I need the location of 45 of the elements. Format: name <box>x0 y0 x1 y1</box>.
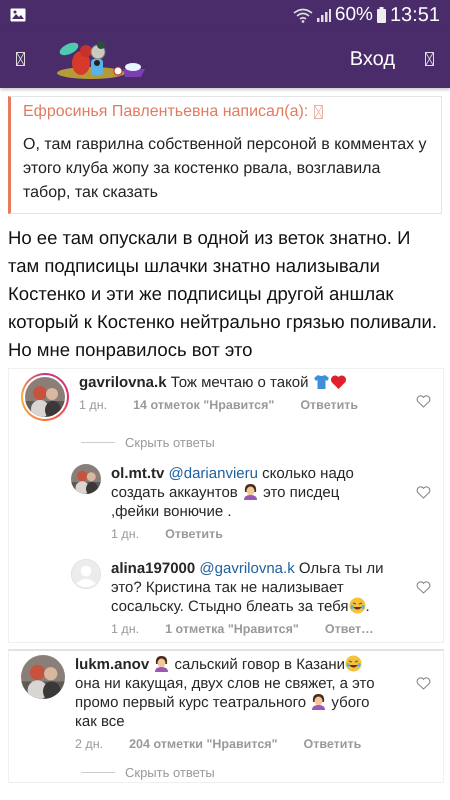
like-icon[interactable] <box>416 486 431 499</box>
likes-count[interactable]: 204 отметки "Нравится" <box>129 737 278 751</box>
woman-emoji-icon <box>310 693 328 710</box>
comment-text: ol.mt.tv @darianvieru сколько надо создать аккаунтов это писдец ,фейки вонючие . <box>111 464 355 521</box>
comment-time: 1 дн. <box>79 398 108 412</box>
reply-link[interactable]: Ответить <box>300 398 358 412</box>
woman-emoji-icon <box>242 483 259 500</box>
like-icon[interactable] <box>416 677 431 690</box>
woman-emoji-icon <box>153 655 170 672</box>
quote-icon <box>314 105 324 119</box>
battery-icon <box>376 7 386 23</box>
comment-time: 1 дн. <box>111 527 140 541</box>
hide-replies-link[interactable]: Скрыть ответы <box>125 765 215 780</box>
hide-replies-link[interactable]: Скрыть ответы <box>125 435 215 450</box>
comment-time: 1 дн. <box>111 622 140 636</box>
reply-link[interactable]: Ответ… <box>324 622 374 636</box>
menu-icon <box>16 52 25 66</box>
battery-percent: 60% <box>334 4 373 26</box>
login-button[interactable]: Вход <box>344 44 401 74</box>
comment-text: gavrilovna.k Тож мечтаю о такой <box>79 373 390 392</box>
signal-icon <box>316 8 331 22</box>
comment-text: alina197000 @gavrilovna.k Ольга ты ли это? Кристина так не нализывает сосальску. Стыдно блеать за тебя . <box>111 559 385 616</box>
heart-emoji-icon <box>330 374 347 390</box>
like-icon[interactable] <box>416 395 431 408</box>
clock-time: 13:51 <box>390 4 440 26</box>
mention-link[interactable]: @darianvieru <box>168 465 258 482</box>
quote-text: О, там гаврилна собственной персоной в комментах у этого клуба жопу за костенко рвала, возглавила табор, так сказать <box>23 135 428 203</box>
laughing-emoji-icon <box>348 597 366 614</box>
wifi-icon <box>292 8 313 22</box>
avatar-icon <box>71 559 101 589</box>
reply-link[interactable]: Ответить <box>304 737 362 751</box>
quote-author: Ефросинья Павлентьевна написал(а): <box>23 103 308 121</box>
likes-count[interactable]: 14 отметок "Нравится" <box>133 398 274 412</box>
mention-link[interactable]: @gavrilovna.k <box>199 560 295 577</box>
menu-icon <box>425 52 434 66</box>
comment-text: lukm.anov сальский говор в Казани она ни какущая, двух слов не свяжет, а это промо первый курс театрального убого как все <box>75 655 376 731</box>
story-ring[interactable] <box>21 373 69 421</box>
post-text: Но ее там опускали в одной из веток знатно. И там подписицы шлачки знатно нализывали Костенко и эти же подписицы другой аншлак который к Костенко нейтрально грязью поливали. Но мне понравилось вот это <box>8 226 438 362</box>
comment-time: 2 дн. <box>75 737 104 751</box>
likes-count[interactable]: 1 отметка "Нравится" <box>165 622 299 636</box>
shirt-emoji-icon <box>312 374 330 390</box>
like-icon[interactable] <box>416 581 431 594</box>
reply-link[interactable]: Ответить <box>165 527 223 541</box>
laughing-emoji-icon <box>345 655 362 672</box>
image-icon <box>10 8 26 22</box>
